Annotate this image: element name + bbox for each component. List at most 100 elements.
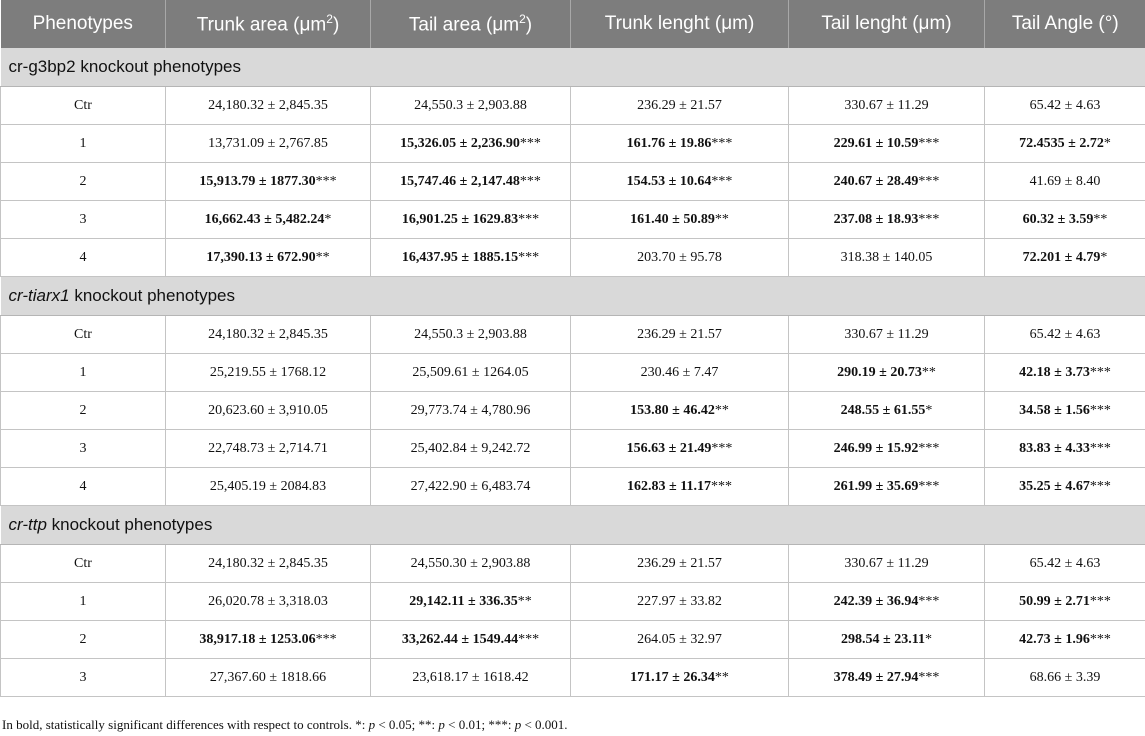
significance-stars: *** bbox=[1089, 478, 1111, 494]
cell-value: 162.83 ± 11.17 bbox=[627, 478, 711, 494]
cell-value: 65.42 ± 4.63 bbox=[1029, 97, 1101, 113]
table-cell: 162.83 ± 11.17*** bbox=[570, 467, 789, 506]
table-cell: 17,390.13 ± 672.90** bbox=[165, 238, 371, 277]
cell-value: 13,731.09 ± 2,767.85 bbox=[208, 135, 328, 151]
table-cell: 161.76 ± 19.86*** bbox=[570, 124, 789, 163]
table-cell: 161.40 ± 50.89** bbox=[570, 200, 789, 239]
column-header: Tail Angle (°) bbox=[984, 0, 1145, 48]
table-cell: 29,142.11 ± 336.35** bbox=[370, 582, 571, 621]
cell-value: 161.40 ± 50.89 bbox=[630, 211, 715, 227]
significance-stars: *** bbox=[918, 211, 940, 227]
cell-value: 171.17 ± 26.34 bbox=[630, 669, 715, 685]
cell-value: 4 bbox=[79, 249, 87, 265]
cell-value: 34.58 ± 1.56 bbox=[1019, 402, 1090, 418]
significance-stars: ** bbox=[714, 211, 729, 227]
column-header-suffix: ) bbox=[332, 14, 340, 36]
table-container: Phenotypes Trunk area (μm2) Tail area (μm2… bbox=[0, 0, 1145, 732]
table-cell: 246.99 ± 15.92*** bbox=[788, 429, 985, 468]
table-cell: 227.97 ± 33.82 bbox=[570, 582, 789, 621]
significance-stars: *** bbox=[1089, 364, 1111, 380]
significance-stars: *** bbox=[315, 173, 337, 189]
cell-value: 17,390.13 ± 672.90 bbox=[206, 249, 316, 265]
cell-value: Ctr bbox=[74, 555, 92, 571]
table-cell: Ctr bbox=[0, 86, 166, 125]
cell-value: 227.97 ± 33.82 bbox=[637, 593, 722, 609]
column-header: Phenotypes bbox=[0, 0, 166, 48]
footnote-text-1: < 0.05; **: bbox=[375, 717, 439, 732]
column-header-label: Tail lenght (μm) bbox=[821, 13, 952, 34]
footnote-lead: In bold, statistically significant diffe… bbox=[2, 717, 369, 732]
cell-value: 23,618.17 ± 1618.42 bbox=[412, 669, 529, 685]
significance-stars: * bbox=[924, 631, 932, 647]
cell-value: 290.19 ± 20.73 bbox=[837, 364, 922, 380]
section-row: cr-g3bp2 knockout phenotypes bbox=[0, 48, 1145, 87]
table-cell: 248.55 ± 61.55* bbox=[788, 391, 985, 430]
table-row: 3 16,662.43 ± 5,482.24* 16,901.25 ± 1629.8… bbox=[0, 200, 1145, 239]
table-cell: 23,618.17 ± 1618.42 bbox=[370, 658, 571, 697]
cell-value: 25,509.61 ± 1264.05 bbox=[412, 364, 529, 380]
cell-value: 236.29 ± 21.57 bbox=[637, 555, 722, 571]
table-cell: 3 bbox=[0, 658, 166, 697]
cell-value: 236.29 ± 21.57 bbox=[637, 326, 722, 342]
table-cell: 50.99 ± 2.71*** bbox=[984, 582, 1145, 621]
cell-value: 27,422.90 ± 6,483.74 bbox=[410, 478, 531, 494]
cell-value: 20,623.60 ± 3,910.05 bbox=[208, 402, 328, 418]
table-cell: 16,662.43 ± 5,482.24* bbox=[165, 200, 371, 239]
significance-stars: *** bbox=[918, 593, 940, 609]
table-header: Phenotypes Trunk area (μm2) Tail area (μm2… bbox=[0, 0, 1145, 48]
column-header-label: Tail area (μm bbox=[408, 14, 520, 36]
section-gene-name: cr-g3bp2 bbox=[8, 57, 76, 76]
table-row: Ctr 24,180.32 ± 2,845.35 24,550.30 ± 2,903… bbox=[0, 544, 1145, 583]
cell-value: Ctr bbox=[74, 97, 92, 113]
significance-stars: *** bbox=[711, 135, 733, 151]
cell-value: 3 bbox=[79, 211, 87, 227]
cell-value: 3 bbox=[79, 669, 87, 685]
column-header: Tail lenght (μm) bbox=[788, 0, 985, 48]
table-row: 3 27,367.60 ± 1818.66 23,618.17 ± 1618.42 1… bbox=[0, 658, 1145, 697]
cell-value: 16,437.95 ± 1885.15 bbox=[401, 249, 519, 265]
significance-stars: *** bbox=[519, 173, 541, 189]
significance-stars: ** bbox=[1093, 211, 1108, 227]
table-cell: 42.18 ± 3.73*** bbox=[984, 353, 1145, 392]
cell-value: Ctr bbox=[74, 326, 92, 342]
cell-value: 16,901.25 ± 1629.83 bbox=[401, 211, 519, 227]
table-cell: 22,748.73 ± 2,714.71 bbox=[165, 429, 371, 468]
significance-stars: ** bbox=[517, 593, 532, 609]
table-row: 4 17,390.13 ± 672.90** 16,437.95 ± 1885.15… bbox=[0, 238, 1145, 277]
table-cell: 298.54 ± 23.11* bbox=[788, 620, 985, 659]
cell-value: 42.73 ± 1.96 bbox=[1019, 631, 1090, 647]
significance-stars: *** bbox=[710, 478, 732, 494]
section-title: cr-g3bp2 knockout phenotypes bbox=[0, 48, 1145, 87]
cell-value: 72.4535 ± 2.72 bbox=[1019, 135, 1104, 151]
significance-stars: *** bbox=[1089, 593, 1111, 609]
section-row: cr-ttp knockout phenotypes bbox=[0, 505, 1145, 545]
significance-stars: ** bbox=[315, 249, 330, 265]
significance-stars: *** bbox=[519, 135, 541, 151]
table-cell: Ctr bbox=[0, 315, 166, 354]
table-cell: 35.25 ± 4.67*** bbox=[984, 467, 1145, 506]
table-cell: 60.32 ± 3.59** bbox=[984, 200, 1145, 239]
cell-value: 2 bbox=[79, 631, 87, 647]
significance-stars: * bbox=[324, 211, 332, 227]
significance-stars: *** bbox=[1089, 631, 1111, 647]
significance-stars: *** bbox=[1089, 402, 1111, 418]
table-cell: 24,550.30 ± 2,903.88 bbox=[370, 544, 571, 583]
column-header-label: Tail Angle (°) bbox=[1011, 13, 1119, 34]
table-cell: 65.42 ± 4.63 bbox=[984, 544, 1145, 583]
column-header: Trunk lenght (μm) bbox=[570, 0, 789, 48]
significance-stars: ** bbox=[921, 364, 936, 380]
table-cell: Ctr bbox=[0, 544, 166, 583]
column-header-label: Phenotypes bbox=[32, 13, 133, 34]
cell-value: 15,913.79 ± 1877.30 bbox=[199, 173, 316, 189]
cell-value: 261.99 ± 35.69 bbox=[833, 478, 919, 494]
table-cell: 72.201 ± 4.79* bbox=[984, 238, 1145, 277]
cell-value: 230.46 ± 7.47 bbox=[640, 364, 719, 380]
significance-stars: *** bbox=[518, 211, 540, 227]
significance-stars: *** bbox=[518, 631, 540, 647]
table-cell: 236.29 ± 21.57 bbox=[570, 315, 789, 354]
cell-value: 35.25 ± 4.67 bbox=[1019, 478, 1090, 494]
cell-value: 330.67 ± 11.29 bbox=[844, 555, 929, 571]
table-row: Ctr 24,180.32 ± 2,845.35 24,550.3 ± 2,903.… bbox=[0, 86, 1145, 125]
table-cell: 2 bbox=[0, 162, 166, 201]
significance-stars: * bbox=[1103, 135, 1111, 151]
